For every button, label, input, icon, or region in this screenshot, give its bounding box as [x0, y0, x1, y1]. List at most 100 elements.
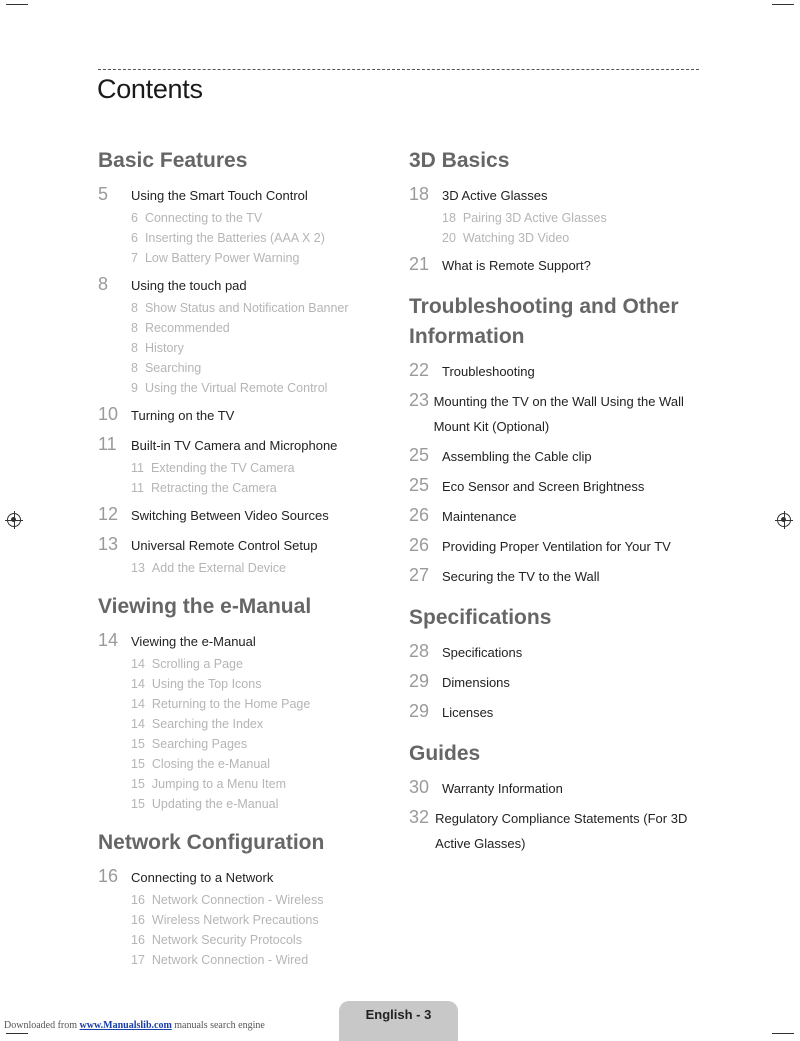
toc-entry-group: 8 Using the touch pad 8 Show Status and Not… — [98, 272, 398, 398]
toc-subentry[interactable]: 8 History — [98, 338, 398, 358]
entry-label: What is Remote Support? — [442, 258, 591, 273]
crop-mark — [772, 4, 794, 5]
toc-subentry[interactable]: 20 Watching 3D Video — [409, 228, 709, 248]
toc-entry[interactable]: 25 Assembling the Cable clip — [409, 443, 709, 469]
subentry-page-number: 18 — [442, 211, 456, 225]
toc-entry[interactable]: 14 Viewing the e-Manual — [98, 628, 398, 654]
subentry-label: Searching the Index — [151, 717, 264, 731]
toc-subentry[interactable]: 14 Scrolling a Page — [98, 654, 398, 674]
entry-label: Switching Between Video Sources — [131, 508, 329, 523]
subentry-label: Scrolling a Page — [151, 657, 243, 671]
toc-subentry[interactable]: 13 Add the External Device — [98, 558, 398, 578]
entry-label: Mounting the TV on the Wall Using the Wa… — [433, 394, 684, 434]
toc-entry[interactable]: 25 Eco Sensor and Screen Brightness — [409, 473, 709, 499]
entry-label: Built-in TV Camera and Microphone — [131, 438, 338, 453]
page-number: 22 — [409, 360, 430, 380]
toc-entry[interactable]: 12 Switching Between Video Sources — [98, 502, 398, 528]
toc-subentry[interactable]: 9 Using the Virtual Remote Control — [98, 378, 398, 398]
toc-entry[interactable]: 16 Connecting to a Network — [98, 864, 398, 890]
toc-subentry[interactable]: 11 Retracting the Camera — [98, 478, 398, 498]
toc-subentry[interactable]: 6 Connecting to the TV — [98, 208, 398, 228]
toc-column-right: 3D Basics 18 3D Active Glasses 18 Pairing 3D… — [409, 146, 709, 870]
toc-entry[interactable]: 26 Providing Proper Ventilation for Your … — [409, 533, 709, 559]
subentry-page-number: 16 — [131, 913, 145, 927]
subentry-label: Updating the e-Manual — [151, 797, 279, 811]
page-number: 26 — [409, 535, 430, 555]
toc-subentry[interactable]: 7 Low Battery Power Warning — [98, 248, 398, 268]
toc-entry-group: 16 Connecting to a Network 16 Network Conne… — [98, 864, 398, 970]
toc-entry[interactable]: 21 What is Remote Support? — [409, 252, 709, 278]
page-number: 16 — [98, 866, 119, 886]
subentry-label: Pairing 3D Active Glasses — [462, 211, 607, 225]
toc-subentry[interactable]: 15 Searching Pages — [98, 734, 398, 754]
toc-entry[interactable]: 29 Dimensions — [409, 669, 709, 695]
toc-entry[interactable]: 10 Turning on the TV — [98, 402, 398, 428]
subentry-label: Network Security Protocols — [151, 933, 302, 947]
toc-entry[interactable]: 30 Warranty Information — [409, 775, 709, 801]
subentry-label: Show Status and Notification Banner — [144, 301, 349, 315]
entry-label: Eco Sensor and Screen Brightness — [442, 479, 645, 494]
section-heading: Network Configuration — [98, 831, 325, 854]
subentry-page-number: 11 — [131, 461, 144, 475]
toc-subentry[interactable]: 14 Searching the Index — [98, 714, 398, 734]
toc-subentry[interactable]: 14 Returning to the Home Page — [98, 694, 398, 714]
toc-entry[interactable]: 29 Licenses — [409, 699, 709, 725]
entry-label: Troubleshooting — [442, 364, 535, 379]
toc-subentry[interactable]: 8 Searching — [98, 358, 398, 378]
toc-subentry[interactable]: 6 Inserting the Batteries (AAA X 2) — [98, 228, 398, 248]
toc-entry[interactable]: 22 Troubleshooting — [409, 358, 709, 384]
subentry-page-number: 15 — [131, 737, 145, 751]
subentry-page-number: 9 — [131, 381, 138, 395]
page-number: 10 — [98, 404, 119, 424]
toc-entry[interactable]: 23 Mounting the TV on the Wall Using the … — [409, 388, 709, 439]
toc-subentry[interactable]: 8 Recommended — [98, 318, 398, 338]
toc-entry[interactable]: 18 3D Active Glasses — [409, 182, 709, 208]
toc-subentry[interactable]: 15 Updating the e-Manual — [98, 794, 398, 814]
toc-subentry[interactable]: 15 Closing the e-Manual — [98, 754, 398, 774]
page-number: 8 — [98, 274, 109, 294]
toc-entry[interactable]: 5 Using the Smart Touch Control — [98, 182, 398, 208]
page-number: 32 — [409, 807, 430, 827]
page-number: 27 — [409, 565, 430, 585]
toc-section: Network Configuration 16 Connecting to a N… — [98, 828, 398, 970]
toc-section: Basic Features 5 Using the Smart Touch Con… — [98, 146, 398, 578]
toc-entry[interactable]: 28 Specifications — [409, 639, 709, 665]
toc-entry[interactable]: 13 Universal Remote Control Setup — [98, 532, 398, 558]
toc-subentry[interactable]: 8 Show Status and Notification Banner — [98, 298, 398, 318]
subentry-label: Network Connection - Wired — [151, 953, 309, 967]
subentry-label: Add the External Device — [151, 561, 287, 575]
toc-subentry[interactable]: 16 Wireless Network Precautions — [98, 910, 398, 930]
subentry-page-number: 14 — [131, 717, 145, 731]
toc-entry[interactable]: 11 Built-in TV Camera and Microphone — [98, 432, 398, 458]
page-number: 29 — [409, 701, 430, 721]
subentry-label: Retracting the Camera — [150, 481, 277, 495]
manualslib-link[interactable]: www.Manualslib.com — [80, 1020, 172, 1031]
toc-entry-group: 29 Dimensions — [409, 669, 709, 695]
page-number: 23 — [409, 390, 430, 410]
toc-subentry[interactable]: 14 Using the Top Icons — [98, 674, 398, 694]
toc-subentry[interactable]: 18 Pairing 3D Active Glasses — [409, 208, 709, 228]
toc-entry[interactable]: 26 Maintenance — [409, 503, 709, 529]
subentry-label: Extending the TV Camera — [150, 461, 295, 475]
toc-subentry[interactable]: 17 Network Connection - Wired — [98, 950, 398, 970]
toc-subentry[interactable]: 15 Jumping to a Menu Item — [98, 774, 398, 794]
page-number: 29 — [409, 671, 430, 691]
toc-entry[interactable]: 32 Regulatory Compliance Statements (For … — [409, 805, 709, 856]
toc-entry[interactable]: 27 Securing the TV to the Wall — [409, 563, 709, 589]
entry-label: Maintenance — [442, 509, 517, 524]
subentry-page-number: 15 — [131, 797, 145, 811]
toc-section: Guides 30 Warranty Information 32 Regulatory… — [409, 739, 709, 856]
toc-subentry[interactable]: 16 Network Connection - Wireless — [98, 890, 398, 910]
toc-subentry[interactable]: 11 Extending the TV Camera — [98, 458, 398, 478]
toc-entry[interactable]: 8 Using the touch pad — [98, 272, 398, 298]
toc-entry-group: 32 Regulatory Compliance Statements (For … — [409, 805, 709, 856]
toc-entry-group: 21 What is Remote Support? — [409, 252, 709, 278]
toc-entry-group: 13 Universal Remote Control Setup 13 Add th… — [98, 532, 398, 578]
dashed-divider — [98, 69, 699, 70]
entry-label: Universal Remote Control Setup — [131, 538, 318, 553]
toc-entry-group: 29 Licenses — [409, 699, 709, 725]
subentry-page-number: 8 — [131, 321, 138, 335]
toc-section: Viewing the e-Manual 14 Viewing the e-Manu… — [98, 592, 398, 814]
subentry-page-number: 13 — [131, 561, 145, 575]
toc-subentry[interactable]: 16 Network Security Protocols — [98, 930, 398, 950]
